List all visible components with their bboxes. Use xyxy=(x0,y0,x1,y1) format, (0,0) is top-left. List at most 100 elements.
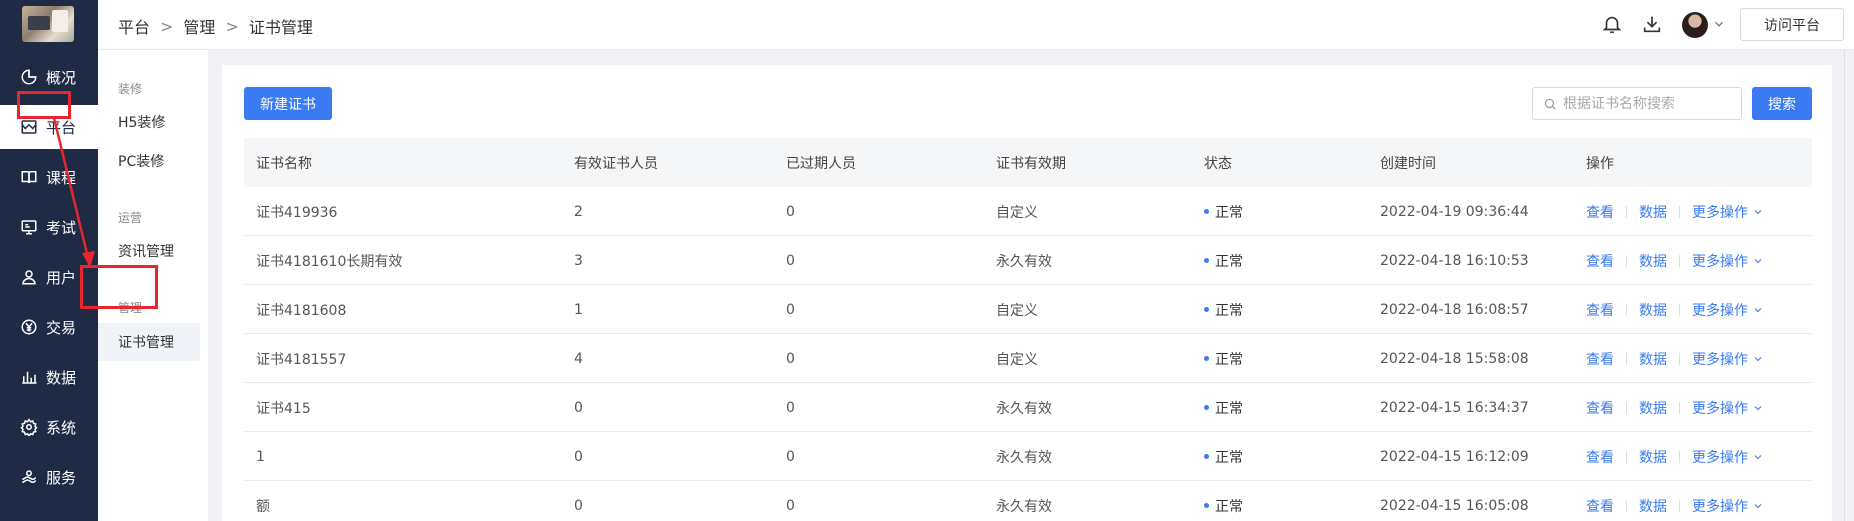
view-link[interactable]: 查看 xyxy=(1586,496,1614,516)
visit-platform-button[interactable]: 访问平台 xyxy=(1740,8,1844,41)
status-dot xyxy=(1204,454,1209,459)
more-actions-dropdown[interactable]: 更多操作 xyxy=(1692,349,1764,369)
table-row: 证书4181557 4 0 自定义 正常 2022-04-18 15:58:08… xyxy=(244,334,1812,383)
divider xyxy=(1626,450,1627,463)
more-actions-label: 更多操作 xyxy=(1692,498,1748,515)
nav-item-label: 概况 xyxy=(46,68,77,87)
nav-item-system[interactable]: 系统 xyxy=(0,405,98,449)
gear-icon xyxy=(20,418,38,436)
nav-item-trade[interactable]: 交易 xyxy=(0,305,98,349)
view-link[interactable]: 查看 xyxy=(1586,398,1614,418)
data-link[interactable]: 数据 xyxy=(1639,251,1667,271)
nav-item-data[interactable]: 数据 xyxy=(0,355,98,399)
subnav-item-certificate[interactable]: 证书管理 xyxy=(98,323,200,361)
status-badge: 正常 xyxy=(1215,400,1243,417)
view-link[interactable]: 查看 xyxy=(1586,300,1614,320)
nav-item-user[interactable]: 用户 xyxy=(0,255,98,299)
nav-item-course[interactable]: 课程 xyxy=(0,155,98,199)
valid-count: 0 xyxy=(574,448,583,465)
search-input[interactable] xyxy=(1563,95,1733,112)
expired-count: 0 xyxy=(786,203,795,220)
more-actions-label: 更多操作 xyxy=(1692,253,1748,270)
chevron-down-icon[interactable] xyxy=(1712,17,1726,31)
download-icon[interactable] xyxy=(1641,13,1663,35)
more-actions-dropdown[interactable]: 更多操作 xyxy=(1692,496,1764,516)
column-header: 操作 xyxy=(1586,155,1614,172)
subnav-item-pc[interactable]: PC装修 xyxy=(98,142,200,180)
cert-name: 证书4181610长期有效 xyxy=(256,253,403,270)
breadcrumb-item[interactable]: 平台 xyxy=(118,14,150,38)
breadcrumb-item[interactable]: 管理 xyxy=(183,14,215,38)
created-time: 2022-04-18 16:08:57 xyxy=(1380,301,1529,318)
validity-period: 自定义 xyxy=(996,302,1038,319)
more-actions-dropdown[interactable]: 更多操作 xyxy=(1692,398,1764,418)
divider xyxy=(1626,401,1627,414)
data-link[interactable]: 数据 xyxy=(1639,398,1667,418)
data-link[interactable]: 数据 xyxy=(1639,447,1667,467)
nav-item-overview[interactable]: 概况 xyxy=(0,55,98,99)
search-icon xyxy=(1544,98,1556,110)
column-header: 已过期人员 xyxy=(786,155,856,172)
status-badge: 正常 xyxy=(1215,204,1243,221)
status-dot xyxy=(1204,307,1209,312)
column-header: 状态 xyxy=(1204,155,1232,172)
more-actions-label: 更多操作 xyxy=(1692,204,1748,221)
nav-item-service[interactable]: 服务 xyxy=(0,455,98,499)
bar-chart-icon xyxy=(22,371,37,384)
nav-item-label: 服务 xyxy=(46,468,77,487)
scrollbar[interactable] xyxy=(1844,50,1854,521)
table-row: 证书415 0 0 永久有效 正常 2022-04-15 16:34:37 查看… xyxy=(244,383,1812,432)
subnav-group-title: 装修 xyxy=(118,82,143,96)
table-row: 证书419936 2 0 自定义 正常 2022-04-19 09:36:44 … xyxy=(244,187,1812,236)
subnav-group-title: 运营 xyxy=(118,211,143,225)
subnav-item-news[interactable]: 资讯管理 xyxy=(98,232,200,270)
cert-name: 额 xyxy=(256,498,270,515)
more-actions-dropdown[interactable]: 更多操作 xyxy=(1692,300,1764,320)
divider xyxy=(1679,499,1680,512)
validity-period: 自定义 xyxy=(996,204,1038,221)
search-button[interactable]: 搜索 xyxy=(1752,87,1812,120)
more-actions-label: 更多操作 xyxy=(1692,449,1748,466)
data-link[interactable]: 数据 xyxy=(1639,202,1667,222)
subnav-item-h5[interactable]: H5装修 xyxy=(98,103,200,141)
more-actions-dropdown[interactable]: 更多操作 xyxy=(1692,251,1764,271)
storefront-icon xyxy=(21,120,37,134)
divider xyxy=(1679,352,1680,365)
new-certificate-button[interactable]: 新建证书 xyxy=(244,87,332,120)
sub-nav: 装修 H5装修 PC装修 运营 资讯管理 管理 证书管理 xyxy=(98,50,208,521)
data-link[interactable]: 数据 xyxy=(1639,496,1667,516)
divider xyxy=(1679,254,1680,267)
bell-icon[interactable] xyxy=(1601,13,1623,35)
more-actions-dropdown[interactable]: 更多操作 xyxy=(1692,202,1764,222)
view-link[interactable]: 查看 xyxy=(1586,251,1614,271)
avatar[interactable] xyxy=(1682,12,1708,38)
breadcrumb: 平台 > 管理 > 证书管理 xyxy=(118,14,313,38)
valid-count: 3 xyxy=(574,252,583,269)
row-actions: 查看 数据 更多操作 xyxy=(1586,383,1764,432)
row-actions: 查看 数据 更多操作 xyxy=(1586,187,1764,236)
column-header: 创建时间 xyxy=(1380,155,1436,172)
expired-count: 0 xyxy=(786,350,795,367)
chevron-down-icon xyxy=(1754,503,1762,508)
view-link[interactable]: 查看 xyxy=(1586,202,1614,222)
cert-name: 证书4181557 xyxy=(256,351,347,368)
more-actions-dropdown[interactable]: 更多操作 xyxy=(1692,447,1764,467)
validity-period: 永久有效 xyxy=(996,498,1052,515)
cert-name: 证书415 xyxy=(256,400,311,417)
nav-item-platform[interactable]: 平台 xyxy=(0,105,98,149)
logo[interactable] xyxy=(22,6,74,42)
column-header: 证书有效期 xyxy=(996,155,1066,172)
data-link[interactable]: 数据 xyxy=(1639,300,1667,320)
nav-item-label: 系统 xyxy=(46,418,77,437)
cert-name: 证书4181608 xyxy=(256,302,347,319)
created-time: 2022-04-18 16:10:53 xyxy=(1380,252,1529,269)
expired-count: 0 xyxy=(786,448,795,465)
valid-count: 2 xyxy=(574,203,583,220)
table-row: 证书4181608 1 0 自定义 正常 2022-04-18 16:08:57… xyxy=(244,285,1812,334)
data-link[interactable]: 数据 xyxy=(1639,349,1667,369)
nav-item-label: 平台 xyxy=(46,118,77,137)
search-box xyxy=(1532,87,1742,120)
view-link[interactable]: 查看 xyxy=(1586,349,1614,369)
view-link[interactable]: 查看 xyxy=(1586,447,1614,467)
nav-item-exam[interactable]: 考试 xyxy=(0,205,98,249)
